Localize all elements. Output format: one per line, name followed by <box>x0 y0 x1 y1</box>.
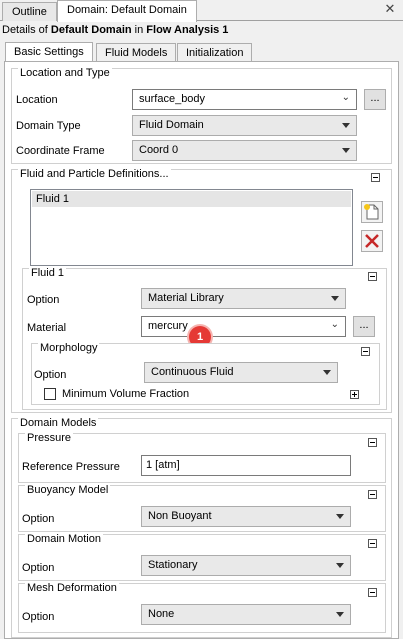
location-value: surface_body <box>139 93 206 105</box>
buoyancy-option-label: Option <box>22 513 55 525</box>
top-tab-bar: Outline Domain: Default Domain ✕ <box>0 0 403 22</box>
collapse-icon[interactable] <box>371 173 380 182</box>
basic-settings-panel: Location and Type Location surface_body … <box>4 61 399 639</box>
details-analysis: Flow Analysis 1 <box>146 24 229 36</box>
expand-icon[interactable] <box>350 390 359 399</box>
collapse-icon[interactable] <box>368 539 377 548</box>
domain-motion-title: Domain Motion <box>25 533 103 545</box>
min-volume-fraction-checkbox[interactable] <box>44 388 56 400</box>
tab-initialization[interactable]: Initialization <box>177 43 253 62</box>
collapse-icon[interactable] <box>368 588 377 597</box>
fluid1-option-label: Option <box>27 294 60 306</box>
dropdown-arrow-icon <box>336 612 344 617</box>
material-browse-button[interactable]: ... <box>353 316 375 337</box>
domain-motion-option-value: Stationary <box>148 559 198 571</box>
collapse-icon[interactable] <box>368 272 377 281</box>
domain-motion-option-dropdown[interactable]: Stationary <box>141 555 351 576</box>
material-value: mercury <box>148 320 188 332</box>
reference-pressure-label: Reference Pressure <box>22 461 120 473</box>
fluid-definitions-title: Fluid and Particle Definitions... <box>18 168 171 180</box>
delete-icon <box>365 234 379 248</box>
details-middle: in <box>131 24 147 36</box>
morphology-title: Morphology <box>38 342 100 354</box>
morphology-option-value: Continuous Fluid <box>151 366 234 378</box>
buoyancy-option-value: Non Buoyant <box>148 510 212 522</box>
collapse-icon[interactable] <box>361 347 370 356</box>
buoyancy-option-dropdown[interactable]: Non Buoyant <box>141 506 351 527</box>
collapse-icon[interactable] <box>368 490 377 499</box>
details-header: Details of Default Domain in Flow Analys… <box>2 24 228 36</box>
coordinate-frame-label: Coordinate Frame <box>16 145 105 157</box>
buoyancy-group: Buoyancy Model Option Non Buoyant <box>18 484 386 532</box>
location-combo[interactable]: surface_body ⌄ <box>132 89 357 110</box>
dropdown-arrow-icon <box>336 563 344 568</box>
mesh-deformation-option-dropdown[interactable]: None <box>141 604 351 625</box>
close-icon[interactable]: ✕ <box>383 2 397 16</box>
dropdown-arrow-icon <box>342 123 350 128</box>
mesh-deformation-group: Mesh Deformation Option None <box>18 582 386 633</box>
morphology-option-label: Option <box>34 369 67 381</box>
material-combo[interactable]: mercury ⌄ <box>141 316 346 337</box>
fluid-list[interactable]: Fluid 1 <box>30 189 353 266</box>
tab-domain-default-domain[interactable]: Domain: Default Domain <box>57 0 197 22</box>
pressure-group: Pressure Reference Pressure 1 [atm] <box>18 432 386 483</box>
domain-motion-group: Domain Motion Option Stationary <box>18 533 386 581</box>
fluid1-option-dropdown[interactable]: Material Library <box>141 288 346 309</box>
mesh-deformation-title: Mesh Deformation <box>25 582 119 594</box>
domain-type-dropdown[interactable]: Fluid Domain <box>132 115 357 136</box>
domain-models-group: Domain Models Pressure Reference Pressur… <box>11 417 392 638</box>
details-window: Outline Domain: Default Domain ✕ Details… <box>0 0 403 639</box>
tab-fluid-models[interactable]: Fluid Models <box>96 43 177 62</box>
fluid-definitions-group: Fluid and Particle Definitions... Fluid … <box>11 168 392 413</box>
location-and-type-title: Location and Type <box>18 67 112 79</box>
fluid1-title: Fluid 1 <box>29 267 67 279</box>
domain-type-value: Fluid Domain <box>139 119 204 131</box>
morphology-option-dropdown[interactable]: Continuous Fluid <box>144 362 338 383</box>
reference-pressure-input[interactable]: 1 [atm] <box>141 455 351 476</box>
dropdown-arrow-icon <box>342 148 350 153</box>
tab-basic-settings[interactable]: Basic Settings <box>5 42 93 63</box>
location-browse-button[interactable]: ... <box>364 89 386 110</box>
fluid1-group: Fluid 1 Option Material Library Material… <box>22 267 387 410</box>
list-item[interactable]: Fluid 1 <box>32 191 351 207</box>
buoyancy-title: Buoyancy Model <box>25 484 111 496</box>
location-label: Location <box>16 94 58 106</box>
delete-fluid-button[interactable] <box>361 230 383 252</box>
inner-tab-bar: Basic Settings Fluid Models Initializati… <box>0 42 403 63</box>
min-volume-fraction-label: Minimum Volume Fraction <box>62 388 190 400</box>
mesh-deformation-option-value: None <box>148 608 175 620</box>
pressure-title: Pressure <box>25 432 74 444</box>
coordinate-frame-dropdown[interactable]: Coord 0 <box>132 140 357 161</box>
new-document-icon <box>364 204 379 220</box>
domain-type-label: Domain Type <box>16 120 81 132</box>
chevron-down-icon: ⌄ <box>341 92 350 103</box>
mesh-deformation-option-label: Option <box>22 611 55 623</box>
collapse-icon[interactable] <box>368 438 377 447</box>
coordinate-frame-value: Coord 0 <box>139 144 179 156</box>
add-fluid-button[interactable] <box>361 201 383 223</box>
fluid1-option-value: Material Library <box>148 292 224 304</box>
details-object: Default Domain <box>50 24 132 36</box>
dropdown-arrow-icon <box>323 370 331 375</box>
dropdown-arrow-icon <box>331 296 339 301</box>
location-and-type-group: Location and Type Location surface_body … <box>11 67 392 164</box>
material-label: Material <box>27 322 67 334</box>
chevron-down-icon: ⌄ <box>330 319 339 330</box>
domain-motion-option-label: Option <box>22 562 55 574</box>
tab-outline[interactable]: Outline <box>2 2 57 21</box>
details-prefix: Details of <box>2 24 51 36</box>
domain-models-title: Domain Models <box>18 417 99 429</box>
morphology-group: Morphology Option Continuous Fluid Minim… <box>31 342 380 405</box>
dropdown-arrow-icon <box>336 514 344 519</box>
